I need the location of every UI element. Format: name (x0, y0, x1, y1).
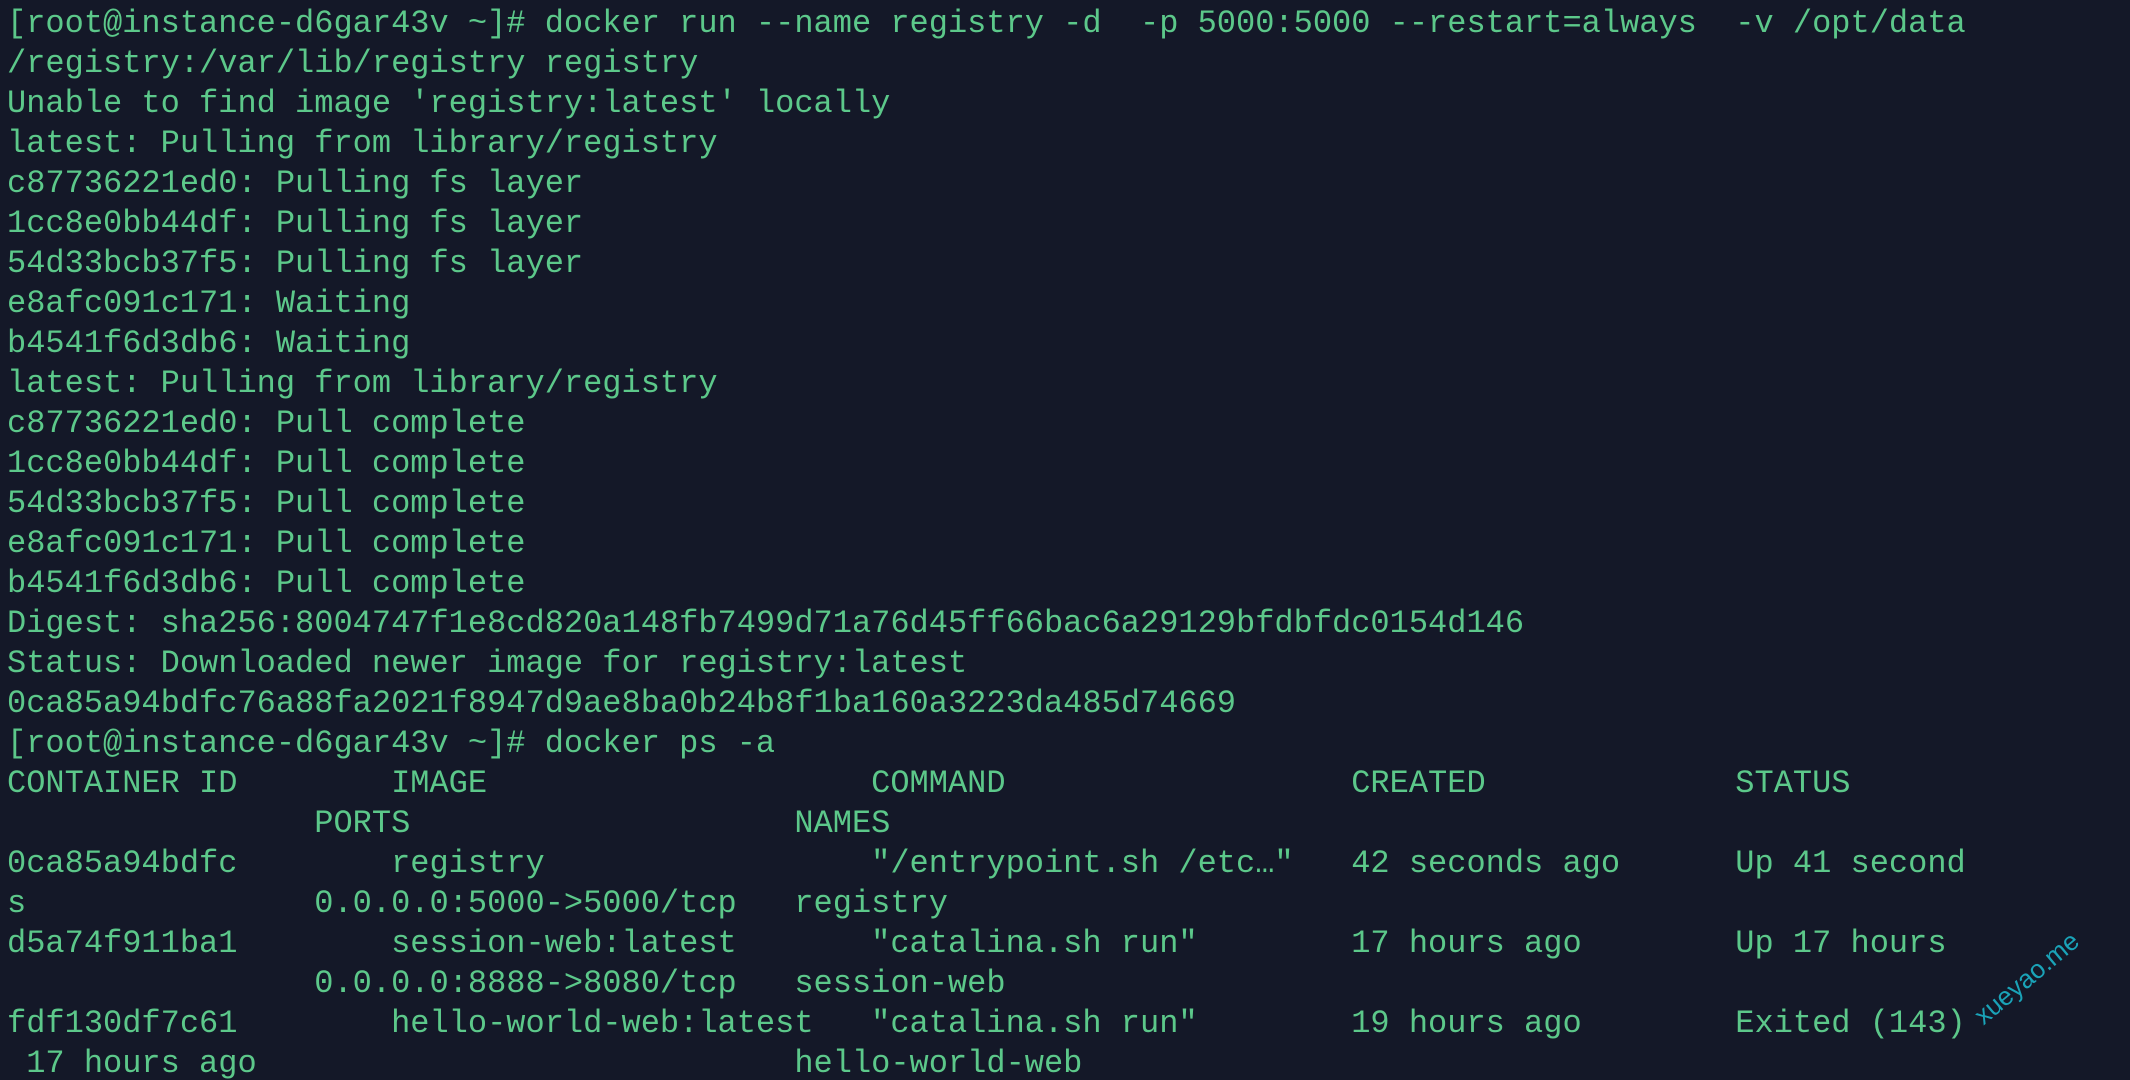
container-id-line: 0ca85a94bdfc76a88fa2021f8947d9ae8ba0b24b… (7, 685, 1236, 722)
terminal-window[interactable]: [root@instance-d6gar43v ~]# docker run -… (0, 0, 2130, 1080)
output-line: e8afc091c171: Pull complete (7, 525, 526, 562)
output-line: 54d33bcb37f5: Pull complete (7, 485, 526, 522)
table-header: CONTAINER ID IMAGE COMMAND CREATED STATU… (7, 765, 1851, 802)
output-line: e8afc091c171: Waiting (7, 285, 411, 322)
output-line: latest: Pulling from library/registry (7, 365, 718, 402)
table-row: fdf130df7c61 hello-world-web:latest "cat… (7, 1005, 1966, 1042)
output-line: c87736221ed0: Pulling fs layer (7, 165, 584, 202)
output-line: Unable to find image 'registry:latest' l… (7, 85, 891, 122)
output-line: c87736221ed0: Pull complete (7, 405, 526, 442)
output-line: 54d33bcb37f5: Pulling fs layer (7, 245, 584, 282)
watermark: xueyao.me (1968, 925, 2085, 1031)
output-line: 1cc8e0bb44df: Pulling fs layer (7, 205, 584, 242)
terminal-output[interactable]: [root@instance-d6gar43v ~]# docker run -… (7, 4, 1966, 1080)
table-header: PORTS NAMES (7, 805, 891, 842)
output-line: 1cc8e0bb44df: Pull complete (7, 445, 526, 482)
table-row: 0.0.0.0:8888->8080/tcp session-web (7, 965, 1006, 1002)
output-line: /registry:/var/lib/registry registry (7, 45, 699, 82)
table-row: 0ca85a94bdfc registry "/entrypoint.sh /e… (7, 845, 1966, 882)
digest-line: Digest: sha256:8004747f1e8cd820a148fb749… (7, 605, 1525, 642)
table-row: s 0.0.0.0:5000->5000/tcp registry (7, 885, 948, 922)
output-line: b4541f6d3db6: Waiting (7, 325, 411, 362)
table-row: d5a74f911ba1 session-web:latest "catalin… (7, 925, 1947, 962)
prompt-line: [root@instance-d6gar43v ~]# docker ps -a (7, 725, 776, 762)
table-row: 17 hours ago hello-world-web (7, 1045, 1083, 1080)
output-line: b4541f6d3db6: Pull complete (7, 565, 526, 602)
prompt-line: [root@instance-d6gar43v ~]# docker run -… (7, 5, 1966, 42)
output-line: latest: Pulling from library/registry (7, 125, 718, 162)
status-line: Status: Downloaded newer image for regis… (7, 645, 968, 682)
